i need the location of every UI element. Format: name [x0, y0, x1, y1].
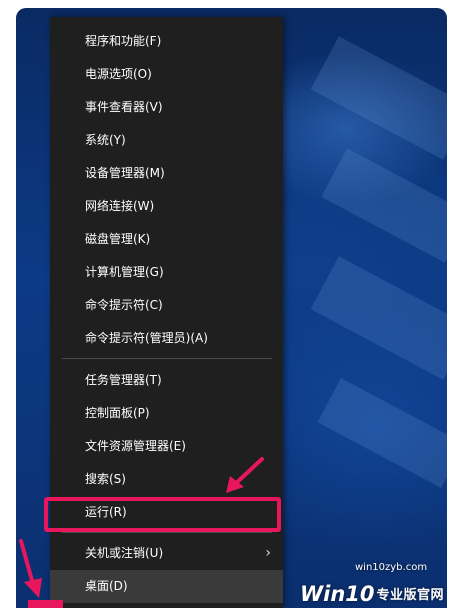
menu-item-label: 任务管理器(T) [85, 373, 162, 387]
menu-item-label: 程序和功能(F) [85, 34, 162, 48]
menu-item-label: 设备管理器(M) [85, 166, 165, 180]
wallpaper-light-beam [310, 36, 447, 160]
watermark-subtitle: 专业版官网 [376, 588, 445, 603]
menu-item-power-options[interactable]: 电源选项(O) [50, 58, 283, 91]
menu-separator [62, 532, 272, 533]
menu-item-command-prompt[interactable]: 命令提示符(C) [50, 289, 283, 322]
menu-item-network-connections[interactable]: 网络连接(W) [50, 190, 283, 223]
menu-item-label: 系统(Y) [85, 133, 126, 147]
watermark-logo-text: Win10 [300, 582, 375, 606]
annotation-arrow-icon [19, 539, 42, 598]
menu-item-desktop[interactable]: 桌面(D) [50, 570, 283, 603]
menu-item-label: 桌面(D) [85, 579, 128, 593]
chevron-right-icon: › [265, 545, 271, 561]
menu-item-disk-management[interactable]: 磁盘管理(K) [50, 223, 283, 256]
menu-item-programs-features[interactable]: 程序和功能(F) [50, 25, 283, 58]
menu-item-label: 电源选项(O) [85, 67, 152, 81]
wallpaper-light-beam [310, 256, 447, 380]
menu-item-task-manager[interactable]: 任务管理器(T) [50, 364, 283, 397]
start-button-highlight [28, 600, 63, 608]
run-item-highlight-box [44, 497, 281, 532]
menu-item-label: 文件资源管理器(E) [85, 439, 186, 453]
menu-item-system[interactable]: 系统(Y) [50, 124, 283, 157]
menu-item-label: 搜索(S) [85, 472, 126, 486]
wallpaper-light-beam [317, 378, 447, 488]
menu-separator [62, 358, 272, 359]
menu-item-label: 关机或注销(U) [85, 546, 164, 560]
menu-item-computer-management[interactable]: 计算机管理(G) [50, 256, 283, 289]
menu-item-device-manager[interactable]: 设备管理器(M) [50, 157, 283, 190]
menu-item-shutdown-signout[interactable]: 关机或注销(U) › [50, 537, 283, 570]
watermark-logo: Win10 专业版官网 [300, 572, 474, 608]
menu-item-label: 控制面板(P) [85, 406, 150, 420]
menu-item-event-viewer[interactable]: 事件查看器(V) [50, 91, 283, 124]
wallpaper-light-beam [321, 148, 447, 263]
menu-item-label: 事件查看器(V) [85, 100, 163, 114]
annotation-arrow-icon [226, 457, 264, 493]
menu-item-label: 磁盘管理(K) [85, 232, 151, 246]
menu-item-label: 网络连接(W) [85, 199, 155, 213]
menu-item-command-prompt-admin[interactable]: 命令提示符(管理员)(A) [50, 322, 283, 355]
menu-item-label: 命令提示符(C) [85, 298, 163, 312]
menu-item-label: 计算机管理(G) [85, 265, 164, 279]
menu-item-control-panel[interactable]: 控制面板(P) [50, 397, 283, 430]
menu-item-label: 命令提示符(管理员)(A) [85, 331, 208, 345]
